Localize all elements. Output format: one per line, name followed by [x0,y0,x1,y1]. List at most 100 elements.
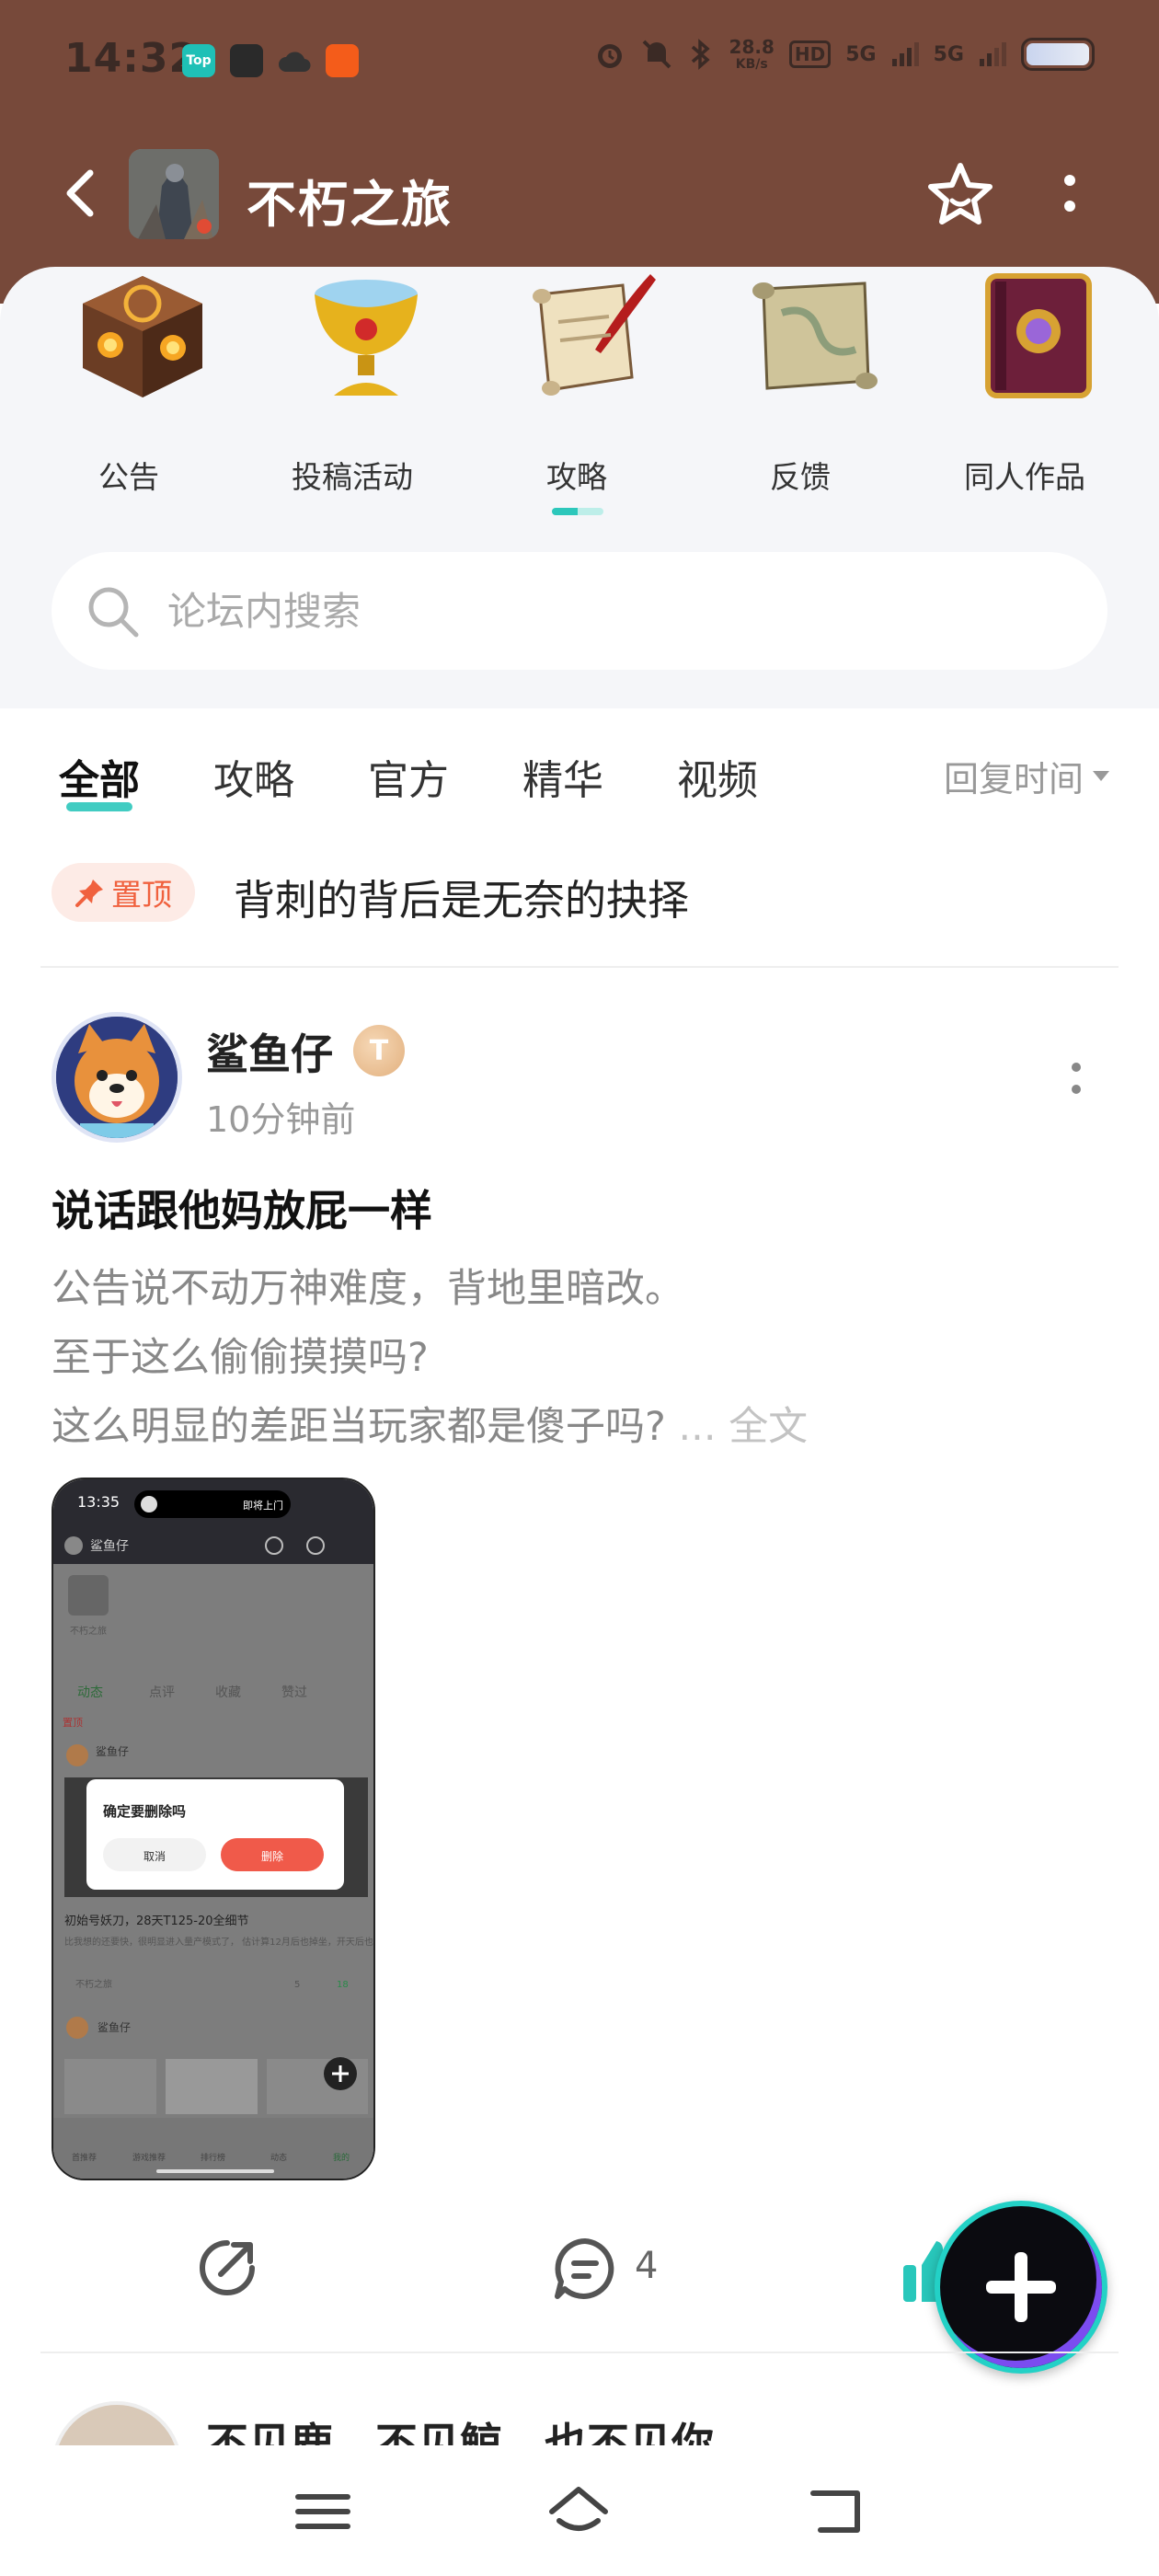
post-image[interactable]: 13:35 即将上门 鲨鱼仔 不朽之旅 动态 点评 收藏 赞过 置顶 鲨鱼仔 确… [52,1478,375,2180]
category-row: 公告 投稿活动 攻略 反馈 同人作品 [0,267,1159,515]
signal-bars-icon [891,42,919,66]
avatar[interactable] [52,2401,182,2445]
star-icon [928,163,993,224]
shot-post-title: 初始号妖刀，28天T125-20全细节 [64,1914,249,1928]
forum-header: 不朽之旅 [0,138,1159,248]
post-body-line: 至于这么偷偷摸摸吗? [52,1335,429,1381]
black-square-app-icon [230,44,263,77]
pinned-badge-label: 置顶 [111,877,172,913]
category-label: 攻略 [546,459,607,495]
post-body-line-last: 这么明显的差距当玩家都是傻子吗? ... 全文 [52,1393,1109,1462]
network-speed: 28.8 KB/s [729,37,775,72]
next-post-preview[interactable]: 不见鹿，不见鲸，也不见你 [52,2390,1119,2445]
comment-count: 4 [635,2245,659,2287]
post-body-line: 公告说不动万神难度，背地里暗改。 [52,1266,684,1312]
network-speed-value: 28.8 [729,36,775,58]
category-announcement[interactable]: 公告 [37,267,221,506]
post-username[interactable]: 鲨鱼仔 [206,1021,333,1082]
divider [40,2352,1119,2353]
signal-5g-1: 5G [845,42,877,66]
shot-island-text: 即将上门 [243,1499,283,1512]
avatar[interactable] [52,1012,182,1143]
shot-post-snippet: 比我想的还要快，很明显进入量产模式了， 估计算12月后也掉坐，开天后也神槽，再出… [64,1936,375,1948]
tab-official[interactable]: 官方 [368,747,449,806]
post-body-line: 这么明显的差距当玩家都是傻子吗? [52,1404,666,1450]
hd-badge: HD [788,40,832,68]
category-label: 反馈 [770,459,831,495]
scroll-quill-icon [533,274,656,396]
battery-icon [1021,38,1095,71]
more-vertical-icon [1064,175,1075,212]
category-label: 同人作品 [964,459,1085,495]
category-feedback[interactable]: 反馈 [708,267,892,506]
chalice-icon [315,280,418,396]
forum-search-bar[interactable] [52,552,1107,670]
home-icon[interactable] [546,2484,611,2539]
pinned-post[interactable]: 置顶 背刺的背后是无奈的抉择 [52,863,1109,964]
back-button[interactable] [57,166,109,221]
shot-nav: 动态 [270,2152,287,2163]
alarm-icon [597,44,622,68]
create-post-button[interactable] [935,2201,1107,2374]
tab-label: 全部 [59,757,140,804]
shot-tab: 点评 [149,1685,175,1700]
pinned-badge: 置顶 [52,863,195,922]
back-icon[interactable] [804,2484,868,2539]
shot-post-user: 鲨鱼仔 [96,1745,129,1758]
post-username[interactable]: 不见鹿，不见鲸，也不见你 [206,2410,714,2445]
search-icon [88,587,139,638]
post-body[interactable]: 公告说不动万神难度，背地里暗改。 至于这么偷偷摸摸吗? 这么明显的差距当玩家都是… [52,1255,1109,1462]
shot-source: 不朽之旅 [75,1978,112,1990]
shot-user: 鲨鱼仔 [90,1538,129,1554]
caret-down-icon [1093,771,1109,781]
post-title[interactable]: 说话跟他妈放屁一样 [52,1178,432,1238]
shot-likes: 18 [337,1980,349,1990]
map-scroll-icon [752,282,878,390]
cloud-app-icon [278,44,311,77]
category-page-indicator [552,508,603,515]
forum-title: 不朽之旅 [247,176,453,234]
top-app-icon: Top [182,44,215,77]
shot-nav: 游戏推荐 [132,2152,166,2163]
pin-icon [75,880,103,907]
search-input[interactable] [167,552,995,670]
category-fan-works[interactable]: 同人作品 [933,267,1117,506]
forum-avatar[interactable] [129,149,219,239]
share-button[interactable] [195,2236,259,2300]
shot-nav: 排行榜 [201,2152,225,2163]
signal-5g-2: 5G [933,42,964,66]
comment-button[interactable] [552,2236,618,2302]
status-bar: 14:32 Top 28.8 KB/s HD 5G 5G [0,0,1159,120]
more-options-button[interactable] [1056,166,1084,221]
category-label: 公告 [98,459,159,495]
read-more-link[interactable]: 全文 [729,1404,808,1450]
shot-tab: 赞过 [281,1685,307,1700]
network-speed-unit: KB/s [735,57,768,72]
shot-tab: 收藏 [215,1685,241,1700]
share-icon [200,2240,255,2295]
tab-video[interactable]: 视频 [677,747,758,806]
shot-tab: 动态 [77,1685,103,1700]
post-more-button[interactable] [1065,1058,1087,1098]
category-submission-event[interactable]: 投稿活动 [260,267,444,506]
menu-icon[interactable] [291,2484,355,2539]
tab-guides[interactable]: 攻略 [213,747,294,806]
shot-cancel: 取消 [143,1850,166,1863]
post-time: 10分钟前 [206,1099,356,1140]
chevron-left-icon [66,169,94,217]
mute-icon [642,40,671,69]
shot-user2: 鲨鱼仔 [98,2021,131,2034]
pinned-title: 背刺的背后是无奈的抉择 [234,876,690,925]
tab-all[interactable]: 全部 [59,747,140,811]
sort-dropdown[interactable]: 回复时间 [944,751,1109,801]
comment-icon [555,2238,614,2299]
shot-comments: 5 [294,1980,300,1990]
sort-label: 回复时间 [943,759,1084,799]
category-guides[interactable]: 攻略 [485,267,669,506]
tab-featured[interactable]: 精华 [522,747,603,806]
follow-button[interactable] [924,160,996,230]
shot-dialog-title: 确定要删除吗 [103,1803,186,1820]
category-label: 投稿活动 [292,459,413,495]
ellipsis: ... [678,1404,717,1450]
shot-pinned: 置顶 [63,1717,83,1729]
